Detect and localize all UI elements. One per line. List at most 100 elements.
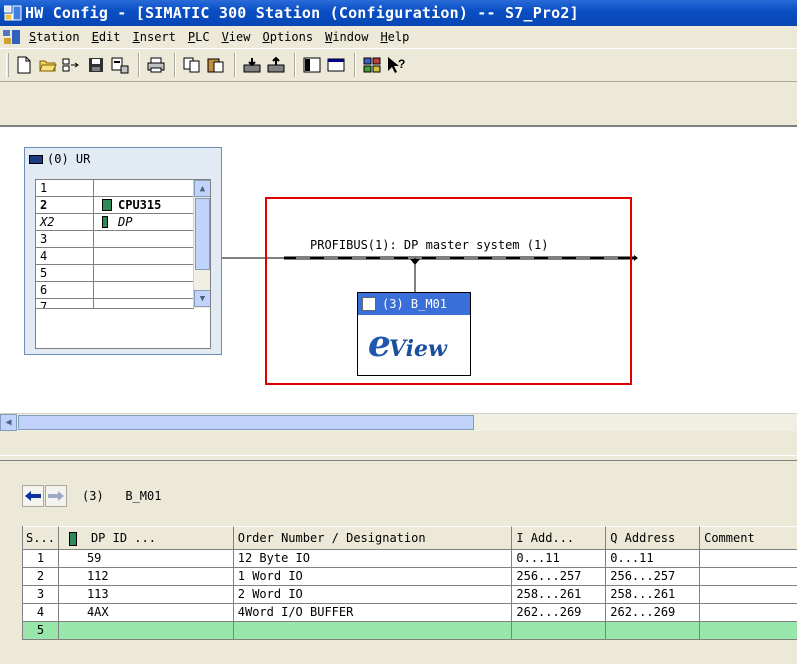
new-icon[interactable]	[13, 54, 35, 76]
toolbar-separator	[138, 53, 140, 77]
dp-slave-header: (3) B_M01	[358, 293, 470, 315]
menu-plc[interactable]: PLC	[182, 26, 216, 48]
slot-number: 5	[36, 265, 94, 281]
rack-row[interactable]: 6	[36, 282, 194, 299]
back-arrow-icon[interactable]	[22, 485, 44, 507]
column-header-order-number[interactable]: Order Number / Designation	[233, 526, 513, 550]
cell-q-address: 258...261	[606, 586, 701, 604]
cell-slot: 3	[23, 586, 59, 604]
dp-slave-name: (3) B_M01	[382, 297, 448, 311]
dp-master-system-label[interactable]: PROFIBUS(1): DP master system (1)	[310, 238, 548, 252]
rack-ur[interactable]: (0) UR 1 2 CPU315 X2 DP 3 4 5 6 7 ▲ ▼	[24, 147, 222, 355]
help-pointer-icon[interactable]: ?	[385, 54, 407, 76]
document-icon[interactable]	[3, 29, 21, 45]
module-cell: DP	[94, 214, 194, 230]
column-header-comment[interactable]: Comment	[700, 526, 797, 550]
rack-row[interactable]: 3	[36, 231, 194, 248]
open-icon[interactable]	[37, 54, 59, 76]
menu-help-label: elp	[387, 30, 410, 44]
cell-i-address: 0...11	[512, 550, 607, 568]
eview-logo: eView	[368, 323, 447, 365]
module-name	[94, 299, 194, 308]
column-header-slot[interactable]: S...	[23, 526, 59, 550]
menu-options-label: ptions	[269, 30, 314, 44]
compile-icon[interactable]	[109, 54, 131, 76]
toolbar-grip[interactable]	[6, 53, 9, 77]
scroll-up-icon[interactable]: ▲	[194, 180, 210, 197]
rack-row[interactable]: 5	[36, 265, 194, 282]
table-row[interactable]: 2 112 1 Word IO 256...257 256...257	[23, 568, 797, 586]
cell-dp-id: 112	[58, 568, 234, 586]
cell-order-number: 2 Word IO	[233, 586, 513, 604]
column-header-i-address[interactable]: I Add...	[512, 526, 607, 550]
scroll-thumb[interactable]	[195, 198, 210, 270]
canvas-horizontal-scrollbar[interactable]: ◀	[0, 413, 797, 431]
cell-i-address: 256...257	[512, 568, 607, 586]
station-canvas[interactable]: (0) UR 1 2 CPU315 X2 DP 3 4 5 6 7 ▲ ▼ PROF…	[0, 125, 797, 431]
scroll-thumb[interactable]	[18, 415, 474, 430]
menu-help[interactable]: Help	[374, 26, 415, 48]
forward-arrow-icon[interactable]	[45, 485, 67, 507]
module-info-icon[interactable]	[301, 54, 323, 76]
copy-icon[interactable]	[181, 54, 203, 76]
slot-number: 7	[36, 299, 94, 308]
cell-i-address: 262...269	[512, 604, 607, 622]
toolbar-separator	[234, 53, 236, 77]
download-icon[interactable]	[241, 54, 263, 76]
module-name: CPU315	[118, 198, 162, 212]
cell-dp-id: 4AX	[58, 604, 234, 622]
rack-vertical-scrollbar[interactable]: ▲ ▼	[193, 180, 210, 308]
menu-window[interactable]: Window	[319, 26, 374, 48]
cell-comment	[700, 550, 797, 568]
scroll-left-icon[interactable]: ◀	[0, 414, 17, 431]
dp-slave-icon	[362, 297, 376, 311]
module-name	[94, 265, 194, 281]
rack-row[interactable]: 4	[36, 248, 194, 265]
menu-edit[interactable]: Edit	[86, 26, 127, 48]
scroll-down-icon[interactable]: ▼	[194, 290, 210, 307]
menu-insert[interactable]: Insert	[127, 26, 182, 48]
title-bar: HW Config - [SIMATIC 300 Station (Config…	[0, 0, 797, 26]
rack-row[interactable]: X2 DP	[36, 214, 194, 231]
paste-icon[interactable]	[205, 54, 227, 76]
menu-station[interactable]: Station	[23, 26, 86, 48]
rack-row[interactable]: 1	[36, 180, 194, 197]
cell-i-address: 258...261	[512, 586, 607, 604]
cell-comment	[700, 604, 797, 622]
slot-number: 3	[36, 231, 94, 247]
cell-q-address	[606, 622, 701, 640]
table-row[interactable]: 4 4AX 4Word I/O BUFFER 262...269 262...2…	[23, 604, 797, 622]
hw-config-app-icon[interactable]	[3, 5, 22, 21]
column-header-q-address[interactable]: Q Address	[606, 526, 701, 550]
menu-options[interactable]: Options	[256, 26, 319, 48]
print-icon[interactable]	[145, 54, 167, 76]
dp-slave-device[interactable]: (3) B_M01 eView	[357, 292, 471, 376]
netpro-icon[interactable]	[361, 54, 383, 76]
save-icon[interactable]	[85, 54, 107, 76]
module-detail-table[interactable]: S... DP ID ... Order Number / Designatio…	[22, 526, 797, 640]
cell-order-number: 1 Word IO	[233, 568, 513, 586]
catalog-icon[interactable]	[325, 54, 347, 76]
logo-initial: e	[368, 323, 391, 365]
slot-number: X2	[36, 214, 94, 230]
module-name	[94, 248, 194, 264]
cell-i-address	[512, 622, 607, 640]
rack-row[interactable]: 7	[36, 299, 194, 309]
table-row-selected[interactable]: 5	[23, 622, 797, 640]
menu-plc-label: LC	[195, 30, 210, 44]
rack-slot-table[interactable]: 1 2 CPU315 X2 DP 3 4 5 6 7 ▲ ▼	[35, 179, 211, 349]
rack-row[interactable]: 2 CPU315	[36, 197, 194, 214]
menu-view[interactable]: View	[216, 26, 257, 48]
table-row[interactable]: 1 59 12 Byte IO 0...11 0...11	[23, 550, 797, 568]
toolbar: ?	[0, 48, 797, 82]
menu-edit-mnemonic: E	[91, 30, 99, 44]
table-row[interactable]: 3 113 2 Word IO 258...261 258...261	[23, 586, 797, 604]
upload-icon[interactable]	[265, 54, 287, 76]
menu-view-label: iew	[228, 30, 251, 44]
column-header-dp-id[interactable]: DP ID ...	[58, 526, 234, 550]
network-icon[interactable]	[61, 54, 83, 76]
menu-insert-label: nsert	[139, 30, 176, 44]
menu-window-label: indow	[332, 30, 369, 44]
menu-edit-label: dit	[98, 30, 121, 44]
detail-navigation: (3) B_M01	[22, 485, 161, 507]
